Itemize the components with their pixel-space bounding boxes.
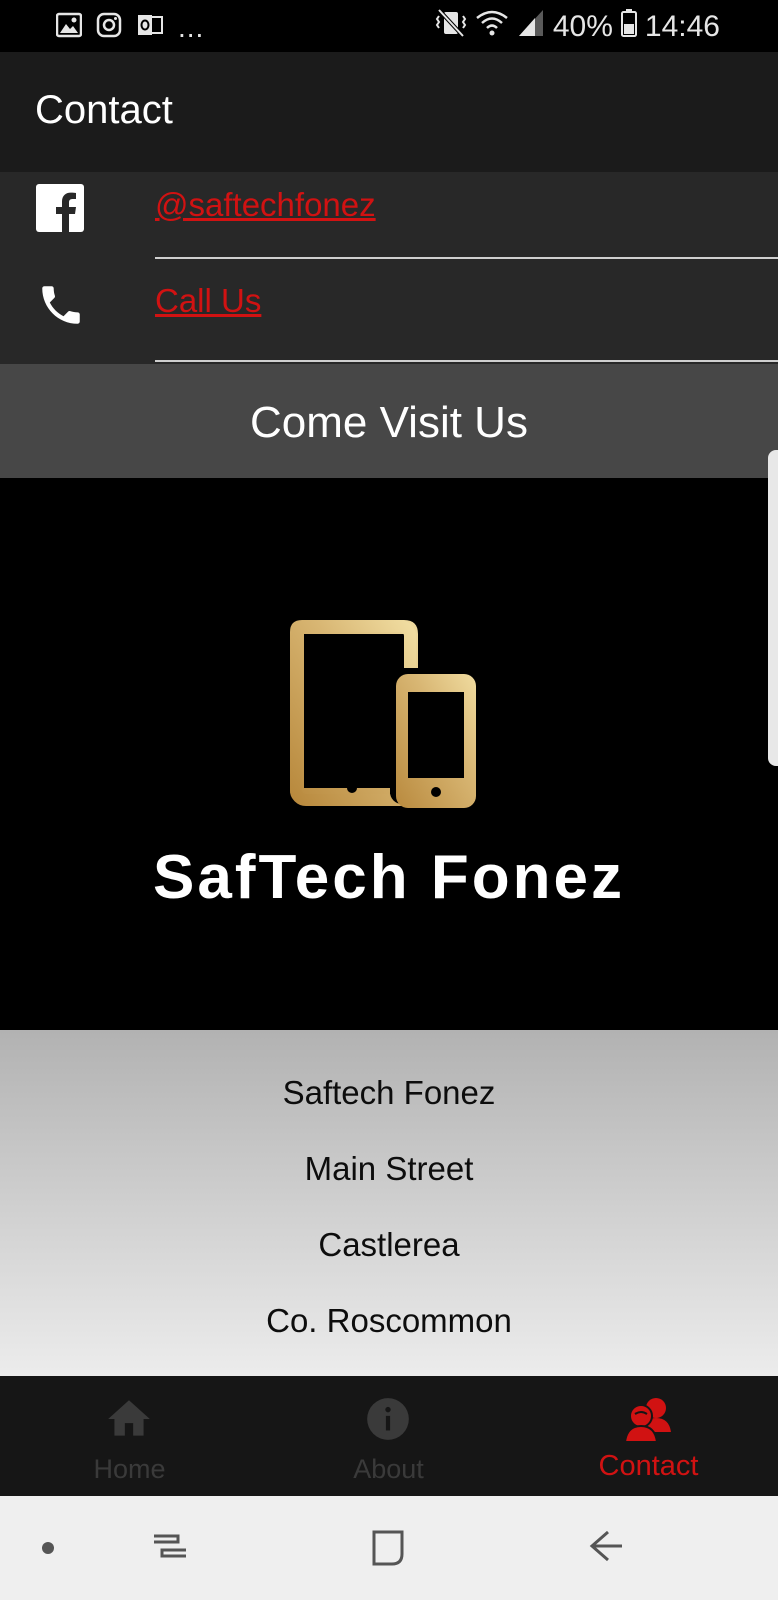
home-icon [104, 1394, 154, 1449]
phone-icon [36, 280, 86, 335]
nav-home[interactable]: Home [0, 1376, 259, 1496]
back-icon[interactable] [586, 1526, 626, 1571]
clock: 14:46 [644, 10, 720, 43]
status-bar: ... 40% 14:46 [0, 0, 778, 52]
contact-row-phone[interactable]: Call Us [0, 260, 778, 366]
logo-text: SafTech Fonez [153, 843, 625, 912]
vibrate-mute-icon [435, 8, 467, 46]
nav-contact[interactable]: Contact [519, 1376, 778, 1496]
edge-panel-handle[interactable] [768, 450, 778, 766]
address-line: Castlerea [318, 1226, 460, 1263]
address-block: Saftech Fonez Main Street Castlerea Co. … [0, 1030, 778, 1376]
visit-header: Come Visit Us [0, 364, 778, 478]
section-title: Come Visit Us [250, 398, 528, 447]
signal-icon [517, 8, 545, 46]
devices-logo-icon [290, 620, 476, 808]
app-bar: Contact [0, 52, 778, 172]
outlook-icon [136, 12, 164, 43]
more-notifications: ... [178, 12, 205, 43]
divider [155, 257, 778, 259]
wifi-icon [475, 8, 509, 46]
home-button-icon[interactable] [368, 1526, 408, 1573]
info-icon [363, 1394, 413, 1449]
call-us-link[interactable]: Call Us [155, 282, 261, 320]
address-line: Main Street [304, 1150, 474, 1187]
contacts-icon [623, 1394, 675, 1449]
battery-icon [620, 9, 637, 45]
logo-banner: SafTech Fonez [0, 478, 778, 1030]
nav-label: About [353, 1454, 424, 1484]
battery-percent: 40% [552, 10, 613, 43]
divider [155, 360, 778, 362]
status-system: 40% 14:46 [435, 8, 720, 46]
nav-dot-icon[interactable] [40, 1540, 56, 1561]
instagram-icon [96, 12, 122, 43]
status-notifications: ... [55, 10, 205, 44]
contact-row-facebook[interactable]: @saftechfonez [0, 172, 778, 260]
facebook-link[interactable]: @saftechfonez [155, 186, 376, 224]
contact-list: @saftechfonez Call Us [0, 172, 778, 364]
page-title: Contact [35, 88, 173, 132]
gallery-icon [55, 12, 83, 43]
recents-icon[interactable] [150, 1526, 190, 1571]
facebook-icon [36, 184, 84, 237]
nav-about[interactable]: About [259, 1376, 518, 1496]
bottom-navigation: Home About Contact [0, 1376, 778, 1496]
nav-label: Home [93, 1454, 166, 1484]
address-line: Co. Roscommon [266, 1302, 512, 1339]
nav-label: Contact [598, 1450, 699, 1482]
system-navigation-bar [0, 1496, 778, 1600]
address-line: Saftech Fonez [282, 1074, 496, 1111]
